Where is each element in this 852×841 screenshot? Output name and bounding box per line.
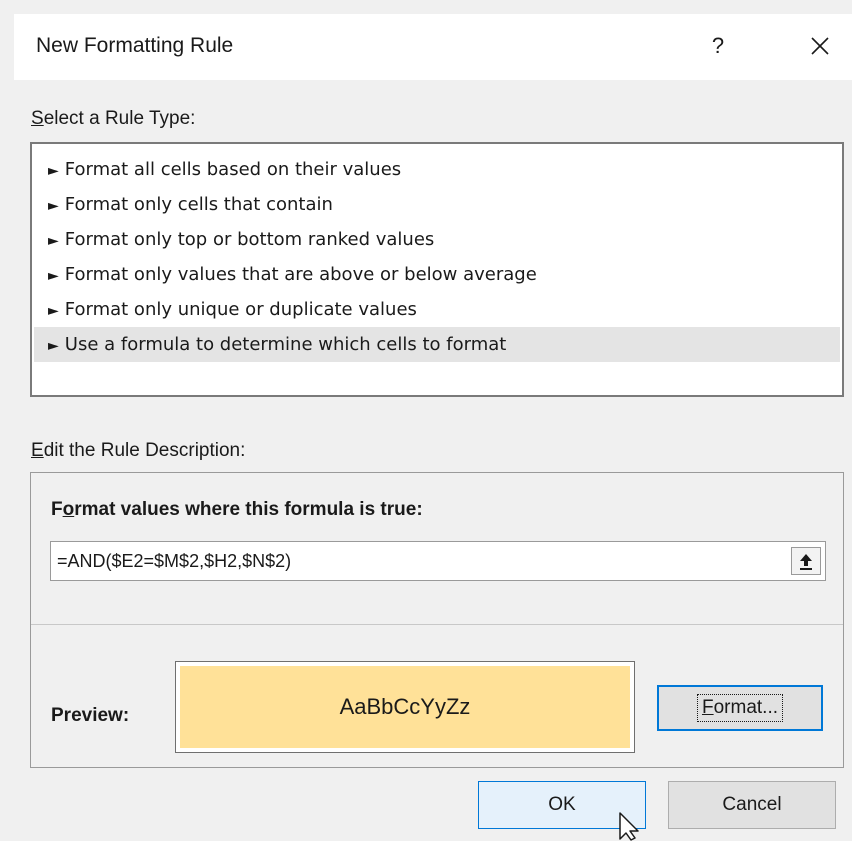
new-formatting-rule-dialog: New Formatting Rule ? Select a Rule Type…: [0, 0, 852, 841]
formula-label-pre: F: [51, 499, 63, 520]
rule-type-item-label: Format only cells that contain: [64, 194, 333, 215]
rule-type-item-top-bottom[interactable]: ► Format only top or bottom ranked values: [34, 222, 840, 257]
rule-description-label-accel: E: [31, 440, 44, 461]
ok-button[interactable]: OK: [478, 781, 646, 829]
arrow-icon: ►: [48, 233, 59, 249]
preview-label: Preview:: [51, 705, 130, 726]
preview-box: AaBbCcYyZz: [175, 661, 635, 753]
rule-type-item-label: Format all cells based on their values: [64, 159, 402, 180]
rule-type-item-formula[interactable]: ► Use a formula to determine which cells …: [34, 327, 840, 362]
rule-type-item-above-below-average[interactable]: ► Format only values that are above or be…: [34, 257, 840, 292]
title-bar: New Formatting Rule ?: [14, 14, 852, 80]
formula-label: Format values where this formula is true…: [51, 499, 423, 521]
format-button-accel: F: [701, 697, 714, 718]
arrow-icon: ►: [48, 268, 59, 284]
rule-type-label-accel: S: [31, 108, 44, 129]
rule-description-label: Edit the Rule Description:: [31, 440, 245, 462]
rule-type-label-text: elect a Rule Type:: [43, 108, 196, 129]
collapse-dialog-icon: [800, 554, 812, 570]
close-button[interactable]: [800, 26, 840, 66]
close-icon: [811, 37, 829, 55]
arrow-icon: ►: [48, 198, 59, 214]
rule-type-item-unique-duplicate[interactable]: ► Format only unique or duplicate values: [34, 292, 840, 327]
arrow-icon: ►: [48, 338, 59, 354]
formula-label-accel: o: [62, 499, 75, 520]
formula-label-rest: rmat values where this formula is true:: [74, 499, 423, 520]
format-button[interactable]: Format...: [657, 685, 823, 731]
rule-type-item-cell-values[interactable]: ► Format all cells based on their values: [34, 152, 840, 187]
rule-type-item-label: Format only top or bottom ranked values: [64, 229, 435, 250]
rule-type-list[interactable]: ► Format all cells based on their values …: [30, 142, 844, 397]
arrow-icon: ►: [48, 303, 59, 319]
arrow-icon: ►: [48, 163, 59, 179]
formula-input[interactable]: [50, 541, 826, 581]
cancel-button[interactable]: Cancel: [668, 781, 836, 829]
rule-description-panel: Format values where this formula is true…: [30, 472, 844, 768]
collapse-dialog-button[interactable]: [791, 547, 821, 575]
divider: [31, 624, 843, 625]
rule-type-item-label: Use a formula to determine which cells t…: [64, 334, 507, 355]
rule-type-item-cells-contain[interactable]: ► Format only cells that contain: [34, 187, 840, 222]
rule-type-item-label: Format only unique or duplicate values: [64, 299, 417, 320]
rule-type-item-label: Format only values that are above or bel…: [64, 264, 537, 285]
help-button[interactable]: ?: [700, 28, 736, 64]
rule-type-label: Select a Rule Type:: [31, 108, 195, 130]
preview-sample: AaBbCcYyZz: [180, 666, 630, 748]
format-button-text: ormat...: [713, 697, 778, 718]
rule-description-label-text: dit the Rule Description:: [43, 440, 246, 461]
format-button-label: Format...: [696, 694, 783, 722]
dialog-title: New Formatting Rule: [36, 34, 234, 57]
